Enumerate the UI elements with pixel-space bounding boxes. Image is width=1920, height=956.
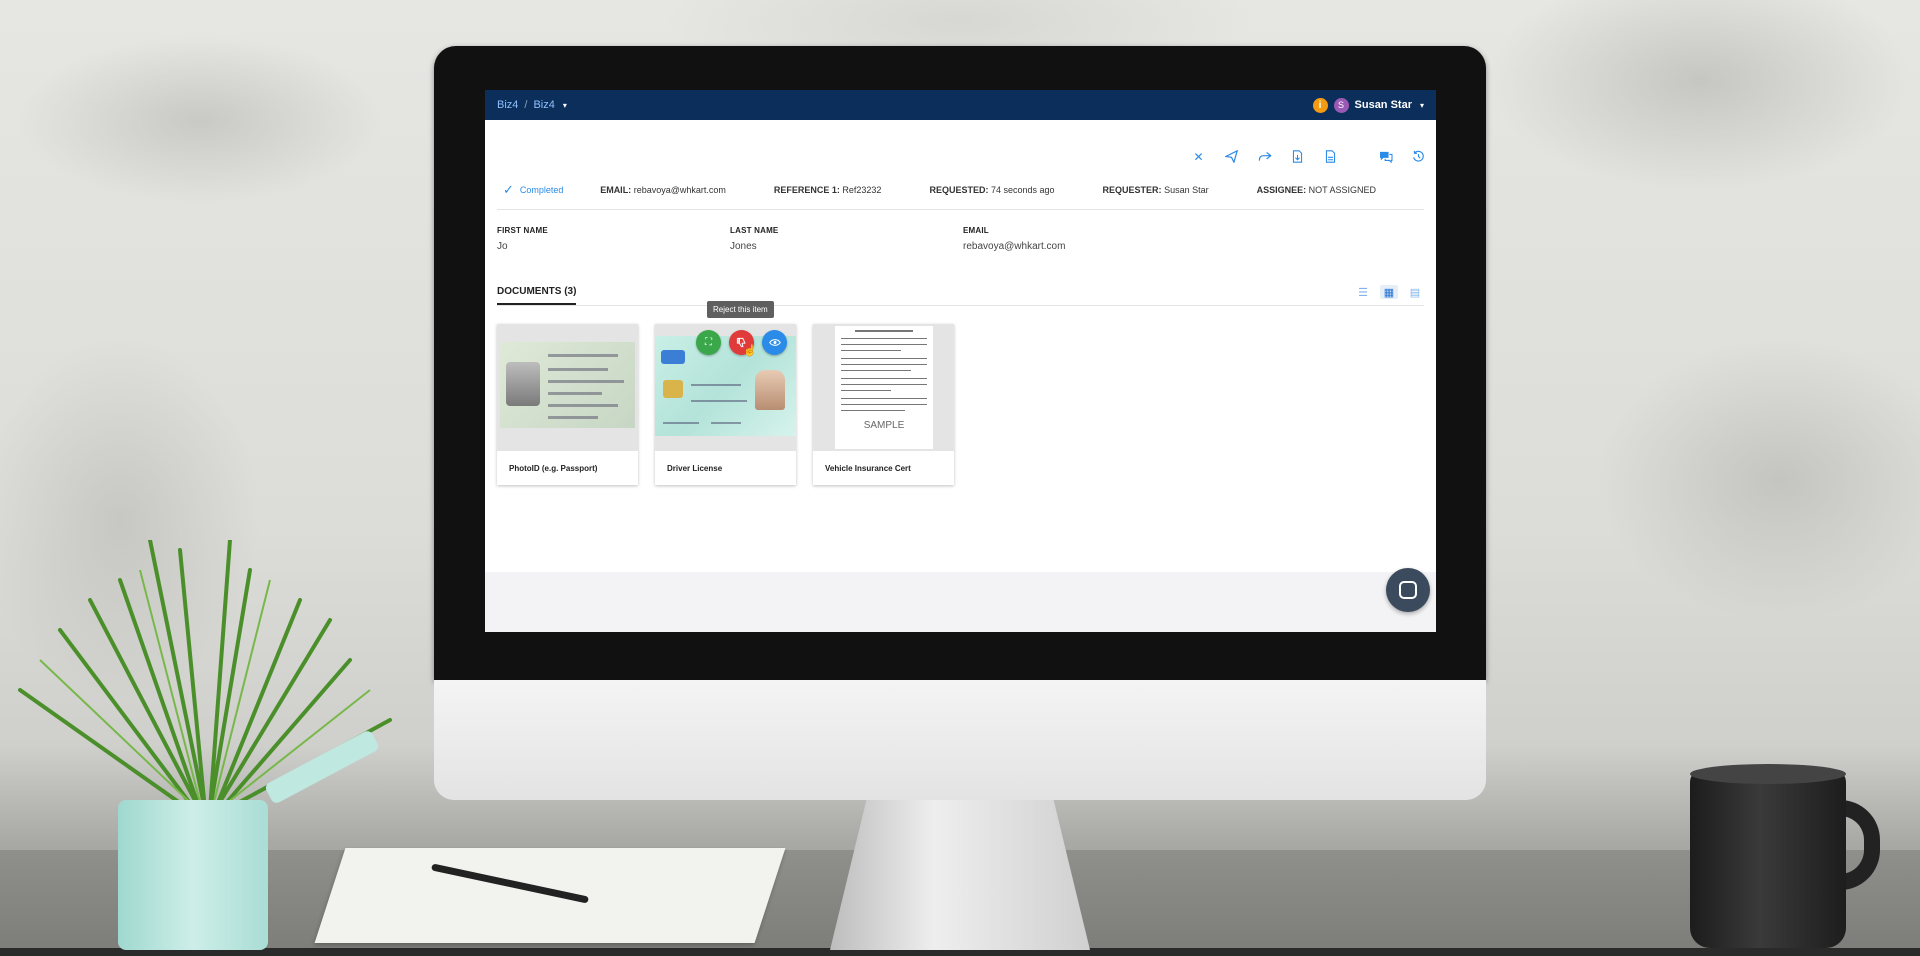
summary-assignee-value: NOT ASSIGNED xyxy=(1308,184,1376,195)
send-icon[interactable] xyxy=(1224,149,1239,164)
footer-band xyxy=(485,572,1436,632)
breadcrumb-org[interactable]: Biz4 xyxy=(497,99,518,111)
list-view-icon[interactable]: ☰ xyxy=(1354,285,1372,299)
document-thumbnail[interactable] xyxy=(497,324,638,451)
insurance-cert-image: SAMPLE xyxy=(835,326,933,449)
monitor-stand xyxy=(830,800,1090,950)
chevron-down-icon[interactable]: ▾ xyxy=(563,101,567,110)
field-last-name: LAST NAME Jones xyxy=(730,226,963,252)
grid-view-icon[interactable]: ▦ xyxy=(1380,285,1398,299)
avatar[interactable]: S xyxy=(1333,97,1349,113)
forward-icon[interactable] xyxy=(1257,149,1272,164)
summary-reference: REFERENCE 1: Ref23232 xyxy=(774,185,882,195)
status-text: Completed xyxy=(519,184,564,195)
sample-watermark: SAMPLE xyxy=(863,420,905,431)
document-card-label: Vehicle Insurance Cert xyxy=(825,464,911,473)
summary-assignee-label: ASSIGNEE: xyxy=(1256,184,1307,195)
expand-button[interactable]: ⛶ xyxy=(696,330,721,355)
summary-assignee: ASSIGNEE: NOT ASSIGNED xyxy=(1257,185,1376,195)
document-card-driver-license[interactable]: ⛶ Reject this item ☝ Driver License xyxy=(655,301,796,485)
field-first-name: FIRST NAME Jo xyxy=(497,226,730,252)
document-card-photo-id[interactable]: PhotoID (e.g. Passport) xyxy=(497,324,638,485)
eye-icon xyxy=(768,339,781,346)
mug-rim xyxy=(1690,764,1846,784)
history-icon[interactable] xyxy=(1411,149,1426,164)
info-icon[interactable]: i xyxy=(1312,97,1328,113)
plant-leaves xyxy=(18,540,392,810)
field-label: LAST NAME xyxy=(730,226,779,235)
field-value: Jo xyxy=(497,241,508,252)
view-button[interactable] xyxy=(762,330,787,355)
summary-requester: REQUESTER: Susan Star xyxy=(1103,185,1209,195)
pointer-cursor-icon: ☝ xyxy=(743,345,757,357)
breadcrumb-workspace[interactable]: Biz4 xyxy=(533,99,554,111)
request-summary: ✓ Completed EMAIL: rebavoya@whkart.com R… xyxy=(497,170,1424,210)
field-value: Jones xyxy=(730,241,757,252)
summary-reference-value: Ref23232 xyxy=(842,184,882,195)
document-card-label: PhotoID (e.g. Passport) xyxy=(509,464,598,473)
action-toolbar: ✕ xyxy=(485,120,1436,170)
check-icon: ✓ xyxy=(503,181,514,197)
large-grid-view-icon[interactable]: ▤ xyxy=(1406,285,1424,299)
summary-email: EMAIL: rebavoya@whkart.com xyxy=(600,185,726,195)
documents-header: DOCUMENTS (3) ☰ ▦ ▤ xyxy=(497,282,1424,306)
summary-email-value: rebavoya@whkart.com xyxy=(633,184,726,195)
chevron-down-icon[interactable]: ▾ xyxy=(1420,101,1424,110)
monitor-chin xyxy=(434,680,1486,800)
user-area: i S Susan Star ▾ xyxy=(1312,97,1424,113)
chat-icon[interactable] xyxy=(1378,149,1393,164)
user-menu[interactable]: Susan Star xyxy=(1355,99,1412,111)
chat-bubble-icon xyxy=(1399,581,1417,599)
coffee-mug xyxy=(1690,770,1846,948)
pdf-doc-icon[interactable] xyxy=(1323,149,1338,164)
support-chat-button[interactable] xyxy=(1386,568,1430,612)
summary-requested-label: REQUESTED: xyxy=(929,184,989,195)
summary-requester-label: REQUESTER: xyxy=(1102,184,1162,195)
watering-can xyxy=(118,800,268,950)
view-switcher: ☰ ▦ ▤ xyxy=(1354,285,1424,305)
close-icon[interactable]: ✕ xyxy=(1191,149,1206,164)
field-email: EMAIL rebavoya@whkart.com xyxy=(963,226,1196,252)
document-thumbnail[interactable]: SAMPLE xyxy=(813,324,954,451)
summary-requested-value: 74 seconds ago xyxy=(990,184,1055,195)
breadcrumb: Biz4 / Biz4 ▾ xyxy=(497,99,567,111)
app-screen: Biz4 / Biz4 ▾ i S Susan Star ▾ ✕ ✓ Compl… xyxy=(485,90,1436,632)
field-label: FIRST NAME xyxy=(497,226,548,235)
field-value: rebavoya@whkart.com xyxy=(963,241,1066,252)
summary-requested: REQUESTED: 74 seconds ago xyxy=(929,185,1054,195)
summary-reference-label: REFERENCE 1: xyxy=(773,184,840,195)
top-nav-bar: Biz4 / Biz4 ▾ i S Susan Star ▾ xyxy=(485,90,1436,120)
document-card-label: Driver License xyxy=(667,464,723,473)
document-card-insurance[interactable]: SAMPLE Vehicle Insurance Cert xyxy=(813,324,954,485)
passport-image xyxy=(500,342,635,428)
reject-tooltip: Reject this item xyxy=(707,301,774,318)
contact-fields: FIRST NAME Jo LAST NAME Jones EMAIL reba… xyxy=(497,226,1424,252)
breadcrumb-separator: / xyxy=(524,99,528,111)
summary-requester-value: Susan Star xyxy=(1164,184,1209,195)
document-cards: PhotoID (e.g. Passport) ⛶ Reject this it… xyxy=(497,301,1424,485)
summary-email-label: EMAIL: xyxy=(600,184,632,195)
tab-documents[interactable]: DOCUMENTS (3) xyxy=(497,286,577,305)
download-doc-icon[interactable] xyxy=(1290,149,1305,164)
status-badge: ✓ Completed xyxy=(497,182,600,198)
field-label: EMAIL xyxy=(963,226,989,235)
